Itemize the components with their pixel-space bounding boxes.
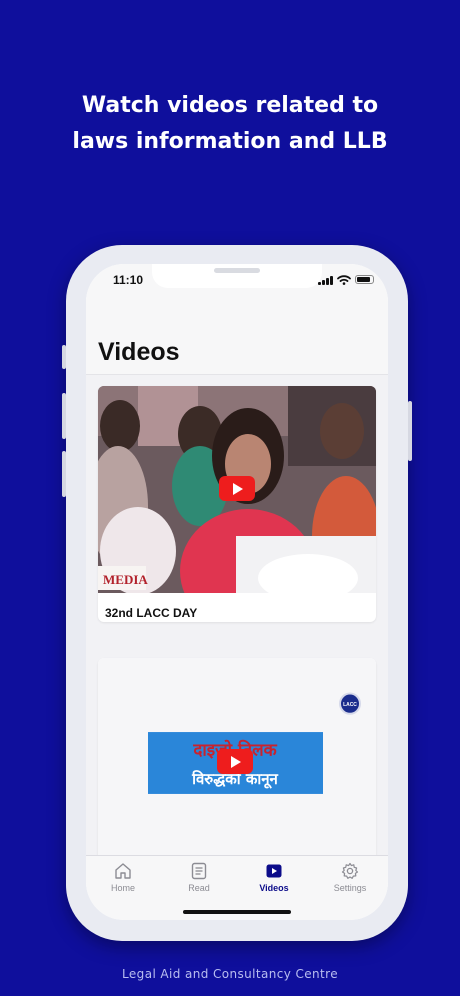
phone-volume-down-button — [62, 451, 66, 497]
status-time: 11:10 — [113, 273, 144, 287]
tab-settings[interactable]: Settings — [314, 862, 386, 893]
video-icon — [266, 864, 282, 878]
status-icons — [318, 275, 374, 285]
tab-bar: Home Read Videos Settings — [86, 855, 388, 920]
phone-screen: 11:10 Videos MEDIA 32nd LACC DAY LACC दा… — [86, 264, 388, 920]
tab-home-label: Home — [110, 883, 135, 893]
lacc-badge: LACC — [343, 702, 357, 708]
tab-settings-label: Settings — [333, 883, 367, 893]
video-list[interactable]: MEDIA 32nd LACC DAY LACC दाइजो तिलक विरु… — [86, 375, 388, 868]
gear-icon — [341, 862, 359, 879]
promo-screen: Watch videos related to laws information… — [0, 0, 460, 996]
phone-power-button — [408, 401, 412, 461]
page-title: Videos — [98, 338, 180, 366]
tab-videos[interactable]: Videos — [238, 862, 310, 893]
battery-icon — [355, 275, 374, 284]
tab-home[interactable]: Home — [87, 862, 159, 893]
notch-speaker — [214, 268, 260, 273]
promo-headline-text: Watch videos related to laws information… — [72, 93, 388, 154]
footer-organization: Legal Aid and Consultancy Centre — [122, 967, 338, 981]
tab-read-label: Read — [188, 883, 210, 893]
video-card[interactable]: MEDIA 32nd LACC DAY — [98, 386, 376, 622]
video-card[interactable]: LACC दाइजो तिलक विरुद्धको कानून — [98, 658, 376, 868]
wifi-icon — [337, 275, 351, 285]
home-indicator[interactable] — [183, 910, 291, 914]
tab-videos-label: Videos — [259, 883, 289, 893]
phone-side-button — [62, 345, 66, 369]
promo-headline: Watch videos related to laws information… — [0, 88, 460, 160]
home-icon — [115, 863, 131, 879]
video-title: 32nd LACC DAY — [105, 606, 198, 620]
app-header: Videos — [86, 298, 388, 375]
tab-read[interactable]: Read — [163, 862, 235, 893]
phone-volume-up-button — [62, 393, 66, 439]
notch — [152, 264, 322, 288]
youtube-play-icon[interactable] — [217, 749, 253, 774]
youtube-play-icon[interactable] — [219, 476, 255, 501]
video-watermark: MEDIA — [103, 572, 148, 587]
document-icon — [191, 862, 207, 880]
